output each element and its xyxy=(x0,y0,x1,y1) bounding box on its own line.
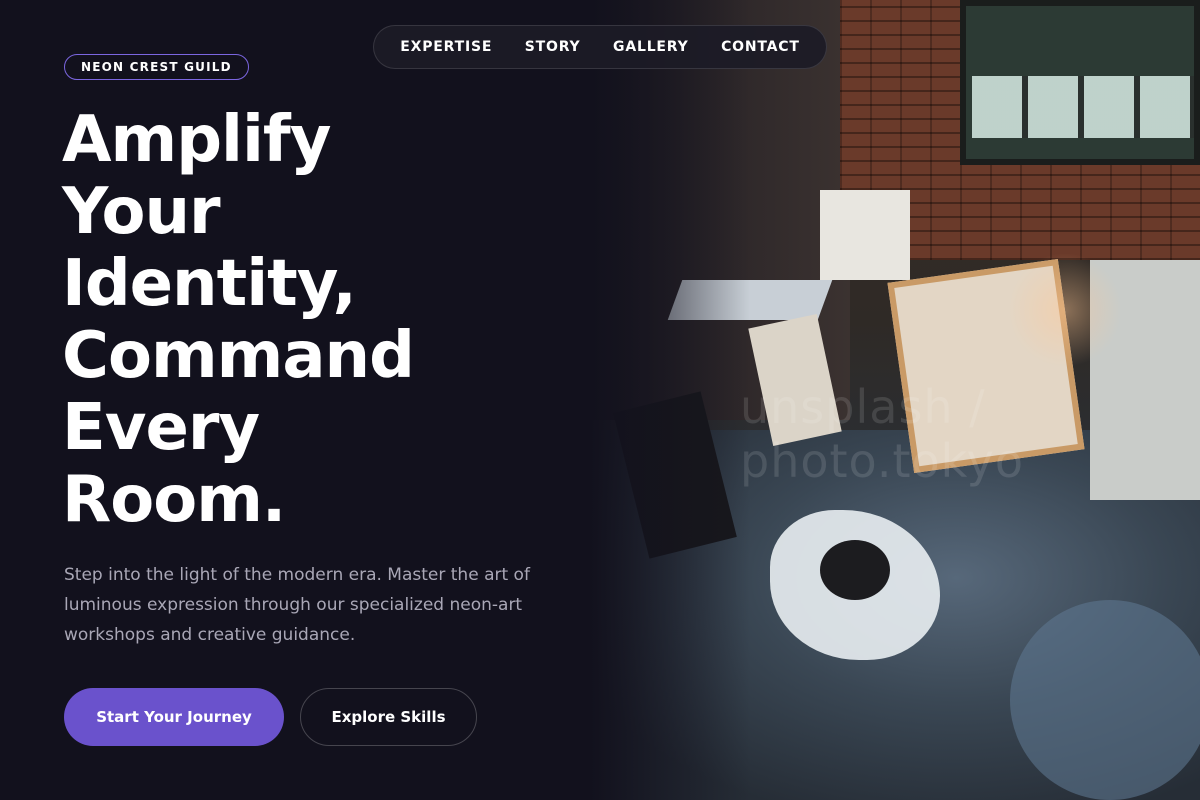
headline-line: Your xyxy=(62,175,221,249)
headline-line: Room. xyxy=(62,463,286,537)
headline-line: Amplify xyxy=(62,103,331,177)
photo-floor-splat-dark xyxy=(820,540,890,600)
top-nav: EXPERTISE STORY GALLERY CONTACT xyxy=(373,25,827,69)
photo-floor-paint xyxy=(1010,600,1200,800)
nav-link-gallery[interactable]: GALLERY xyxy=(613,39,688,55)
nav-link-story[interactable]: STORY xyxy=(525,39,581,55)
photo-fade-overlay xyxy=(590,0,750,800)
brand-badge: NEON CREST GUILD xyxy=(64,54,249,80)
nav-link-expertise[interactable]: EXPERTISE xyxy=(400,39,492,55)
explore-skills-button[interactable]: Explore Skills xyxy=(300,688,477,746)
headline-line: Command xyxy=(62,319,415,393)
headline-line: Every xyxy=(62,391,260,465)
photo-chandelier xyxy=(1010,250,1120,370)
photo-tub xyxy=(820,190,910,280)
photo-window xyxy=(960,0,1200,165)
nav-link-contact[interactable]: CONTACT xyxy=(721,39,800,55)
start-journey-button[interactable]: Start Your Journey xyxy=(64,688,284,746)
headline-line: Identity, xyxy=(62,247,357,321)
hero-headline: Amplify Your Identity, Command Every Roo… xyxy=(62,103,415,537)
photo-watermark: unsplash / photo.tokyo xyxy=(740,380,1025,488)
hero-photo: unsplash / photo.tokyo xyxy=(590,0,1200,800)
hero-description: Step into the light of the modern era. M… xyxy=(64,565,530,645)
